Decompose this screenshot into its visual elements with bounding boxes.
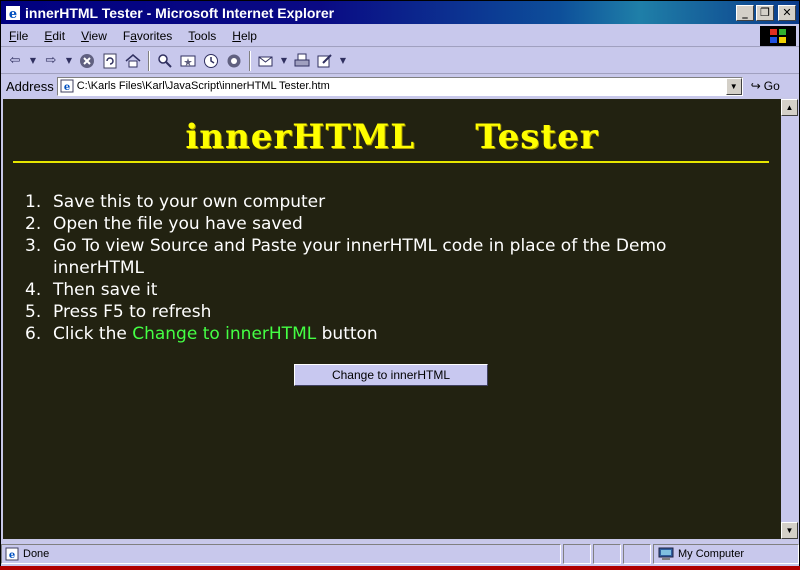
menu-view[interactable]: View — [73, 29, 115, 43]
toolbar: ⇦ ▼ ⇨ ▼ ▼ ▼ — [1, 48, 799, 74]
forward-dropdown-icon[interactable]: ▼ — [64, 51, 74, 71]
menu-favorites[interactable]: Favorites — [115, 29, 180, 43]
history-icon[interactable] — [201, 51, 221, 71]
ie-icon: e — [6, 5, 20, 21]
list-item: 2. Open the file you have saved — [25, 214, 303, 234]
page-icon: e — [5, 547, 19, 561]
mail-icon[interactable] — [256, 51, 276, 71]
address-dropdown-icon[interactable]: ▼ — [725, 77, 742, 95]
go-label: Go — [763, 79, 780, 93]
taskbar-edge — [0, 566, 800, 570]
go-arrow-icon: ↪ — [750, 79, 761, 93]
status-pane — [593, 544, 621, 564]
title-bar[interactable]: e innerHTML Tester - Microsoft Internet … — [1, 1, 799, 24]
heading-rule — [13, 161, 769, 163]
svg-text:e: e — [9, 550, 15, 561]
windows-logo-icon — [760, 26, 796, 46]
mail-dropdown-icon[interactable]: ▼ — [279, 51, 289, 71]
back-dropdown-icon[interactable]: ▼ — [28, 51, 38, 71]
edit-icon[interactable] — [315, 51, 335, 71]
list-item: 4. Then save it — [25, 280, 158, 300]
maximize-button[interactable]: ❐ — [756, 4, 774, 21]
status-bar: e Done My Computer — [1, 542, 799, 566]
list-item: 1. Save this to your own computer — [25, 192, 326, 212]
computer-icon — [658, 547, 674, 560]
scroll-up-icon[interactable]: ▲ — [781, 99, 798, 116]
menu-help[interactable]: Help — [224, 29, 265, 43]
toolbar-separator — [249, 50, 251, 71]
change-to-innerhtml-button[interactable]: Change to innerHTML — [294, 364, 488, 386]
svg-text:e: e — [64, 82, 70, 93]
security-zone: My Computer — [653, 544, 799, 564]
status-pane — [623, 544, 651, 564]
zone-label: My Computer — [678, 548, 745, 560]
page-heading: innerHTML Tester — [185, 117, 599, 157]
window-title: innerHTML Tester - Microsoft Internet Ex… — [25, 4, 335, 21]
favorites-icon[interactable] — [178, 51, 198, 71]
list-item: 5. Press F5 to refresh — [25, 302, 212, 322]
address-url: C:\Karls Files\Karl\JavaScript\innerHTML… — [76, 80, 330, 92]
print-icon[interactable] — [292, 51, 312, 71]
status-text: Done — [23, 548, 50, 560]
home-icon[interactable] — [123, 51, 143, 71]
svg-text:e: e — [9, 7, 17, 21]
address-bar: Address e C:\Karls Files\Karl\JavaScript… — [1, 75, 799, 97]
menu-file[interactable]: File — [1, 29, 36, 43]
status-text-pane: e Done — [1, 544, 561, 564]
address-label: Address — [6, 78, 54, 94]
page-content: innerHTML Tester 1. Save this to your own … — [3, 99, 781, 539]
list-item: 3. Go To view Source and Paste your inner… — [25, 236, 667, 278]
instruction-list: 1. Save this to your own computer 2. Open … — [25, 191, 745, 345]
toolbar-separator — [148, 50, 150, 71]
refresh-icon[interactable] — [100, 51, 120, 71]
list-item: 6. Click the Change to innerHTML button — [25, 324, 378, 344]
edit-dropdown-icon[interactable]: ▼ — [338, 51, 348, 71]
stop-icon[interactable] — [77, 51, 97, 71]
status-pane — [563, 544, 591, 564]
menu-bar: File Edit View Favorites Tools Help — [1, 25, 799, 47]
scroll-down-icon[interactable]: ▼ — [781, 522, 798, 539]
go-button[interactable]: ↪ Go — [751, 79, 780, 93]
minimize-button[interactable]: _ — [736, 4, 754, 21]
close-button[interactable]: ✕ — [778, 4, 796, 21]
search-icon[interactable] — [155, 51, 175, 71]
highlighted-button-name: Change to innerHTML — [132, 324, 317, 344]
menu-tools[interactable]: Tools — [180, 29, 224, 43]
channels-icon[interactable] — [224, 51, 244, 71]
page-icon: e — [60, 79, 74, 93]
back-icon[interactable]: ⇦ — [5, 51, 25, 71]
vertical-scrollbar[interactable]: ▲ ▼ — [781, 99, 798, 539]
forward-icon[interactable]: ⇨ — [41, 51, 61, 71]
address-input[interactable]: e C:\Karls Files\Karl\JavaScript\innerHT… — [56, 76, 743, 96]
menu-edit[interactable]: Edit — [36, 29, 73, 43]
browser-window: e innerHTML Tester - Microsoft Internet … — [0, 0, 800, 570]
